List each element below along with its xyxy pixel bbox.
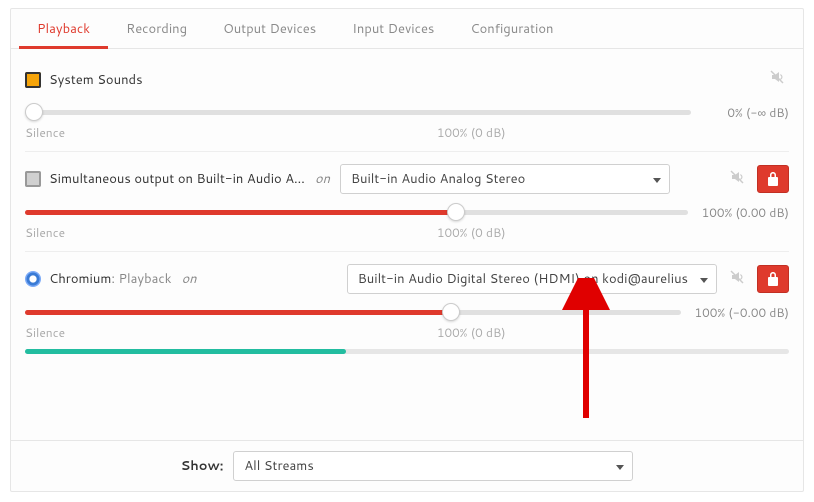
- on-label: on: [182, 270, 197, 288]
- output-device-select[interactable]: Built-in Audio Digital Stereo (HDMI) on …: [347, 264, 717, 294]
- tab-input-devices[interactable]: Input Devices: [334, 10, 452, 49]
- level-meter: [25, 349, 789, 354]
- scale-silence: Silence: [25, 324, 65, 341]
- slider-thumb[interactable]: [442, 303, 460, 321]
- output-device-select[interactable]: Built-in Audio Analog Stereo: [340, 164, 670, 194]
- stream-simultaneous-output: Simultaneous output on Built-in Audio A……: [25, 151, 789, 251]
- tab-output-devices[interactable]: Output Devices: [205, 10, 334, 49]
- stream-name: System Sounds: [49, 71, 143, 89]
- scale-silence: Silence: [25, 224, 65, 241]
- tab-configuration[interactable]: Configuration: [452, 10, 571, 49]
- scale-center: 100% (0 dB): [437, 324, 506, 341]
- chevron-down-icon: [653, 178, 661, 183]
- lock-icon: [767, 272, 779, 286]
- volume-slider[interactable]: [25, 302, 681, 322]
- slider-thumb[interactable]: [25, 103, 43, 121]
- mute-button[interactable]: [765, 65, 789, 94]
- volume-readout: 100% (-0.00 dB): [695, 304, 789, 321]
- on-label: on: [315, 170, 330, 188]
- volume-readout: 100% (0.00 dB): [702, 204, 789, 221]
- system-sounds-icon: [25, 72, 41, 88]
- show-label: Show:: [181, 457, 224, 475]
- stream-system-sounds: System Sounds 0% (-∞ dB) Silence 100% (0: [25, 59, 789, 151]
- scale-silence: Silence: [25, 124, 65, 141]
- show-filter-select[interactable]: All Streams: [233, 451, 633, 481]
- tab-playback[interactable]: Playback: [19, 10, 108, 49]
- mute-button[interactable]: [725, 265, 749, 294]
- chromium-icon: [25, 271, 41, 287]
- stream-name: Simultaneous output on Built-in Audio A…: [49, 170, 305, 188]
- stream-sub: : Playback: [111, 270, 171, 288]
- tab-bar: Playback Recording Output Devices Input …: [11, 9, 803, 49]
- slider-thumb[interactable]: [447, 203, 465, 221]
- lock-icon: [767, 172, 779, 186]
- scale-center: 100% (0 dB): [437, 224, 506, 241]
- lock-channels-button[interactable]: [757, 265, 789, 293]
- stream-list: System Sounds 0% (-∞ dB) Silence 100% (0: [11, 49, 803, 440]
- lock-channels-button[interactable]: [757, 165, 789, 193]
- volume-slider[interactable]: [25, 202, 688, 222]
- stream-app-name: Chromium: [49, 270, 111, 288]
- volume-slider[interactable]: [25, 102, 691, 122]
- scale-center: 100% (0 dB): [437, 124, 506, 141]
- tab-recording[interactable]: Recording: [108, 10, 205, 49]
- audio-app-icon: [25, 171, 41, 187]
- chevron-down-icon: [616, 465, 624, 470]
- footer: Show: All Streams: [11, 440, 803, 491]
- volume-readout: 0% (-∞ dB): [705, 104, 789, 121]
- mute-button[interactable]: [725, 165, 749, 194]
- chevron-down-icon: [700, 278, 708, 283]
- pavucontrol-panel: Playback Recording Output Devices Input …: [10, 8, 804, 492]
- stream-chromium: Chromium: Playback on Built-in Audio Dig…: [25, 251, 789, 364]
